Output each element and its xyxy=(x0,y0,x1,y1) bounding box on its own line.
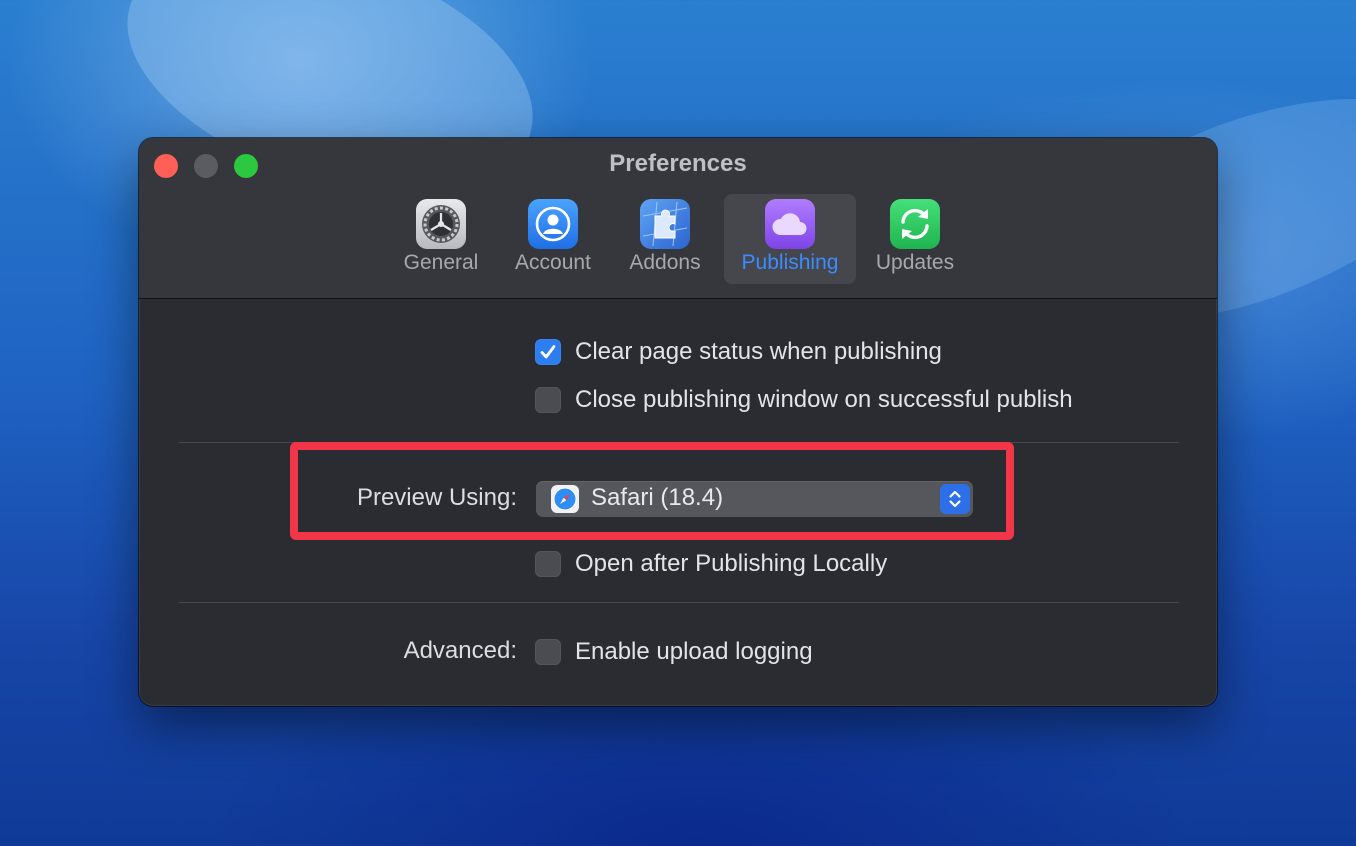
section-divider xyxy=(179,602,1179,603)
cloud-icon xyxy=(765,199,815,249)
preferences-tabs: General Account Addons Publishing Update… xyxy=(139,194,1217,284)
tab-addons[interactable]: Addons xyxy=(615,194,715,284)
preferences-window: Preferences General Account Addons Publi… xyxy=(139,138,1217,706)
enable-upload-logging-checkbox[interactable] xyxy=(535,639,561,665)
clear-page-status-option[interactable]: Clear page status when publishing xyxy=(535,338,942,366)
refresh-icon xyxy=(890,199,940,249)
close-publishing-window-checkbox[interactable] xyxy=(535,387,561,413)
tab-account[interactable]: Account xyxy=(503,194,603,284)
close-publishing-window-option[interactable]: Close publishing window on successful pu… xyxy=(535,386,1073,414)
tab-publishing-label: Publishing xyxy=(741,251,839,274)
clear-page-status-checkbox[interactable] xyxy=(535,339,561,365)
clear-page-status-label: Clear page status when publishing xyxy=(575,338,942,365)
window-title: Preferences xyxy=(609,150,747,177)
tab-addons-label: Addons xyxy=(629,251,701,274)
annotation-highlight-box xyxy=(290,442,1014,540)
enable-upload-logging-option[interactable]: Enable upload logging xyxy=(535,638,813,666)
person-icon xyxy=(528,199,578,249)
open-after-publishing-option[interactable]: Open after Publishing Locally xyxy=(535,550,887,578)
tab-updates[interactable]: Updates xyxy=(865,194,965,284)
tab-updates-label: Updates xyxy=(875,251,955,274)
window-toolbar: Preferences General Account Addons Publi… xyxy=(139,138,1217,299)
tab-publishing[interactable]: Publishing xyxy=(724,194,856,284)
advanced-label: Advanced: xyxy=(403,637,517,664)
open-after-publishing-label: Open after Publishing Locally xyxy=(575,550,888,577)
tab-general-label: General xyxy=(403,251,479,274)
tab-account-label: Account xyxy=(515,251,591,274)
gear-icon xyxy=(416,199,466,249)
checkmark-icon xyxy=(540,345,556,359)
tab-general[interactable]: General xyxy=(391,194,491,284)
close-publishing-window-label: Close publishing window on successful pu… xyxy=(575,386,1073,413)
open-after-publishing-checkbox[interactable] xyxy=(535,551,561,577)
enable-upload-logging-label: Enable upload logging xyxy=(575,638,813,665)
puzzle-icon xyxy=(640,199,690,249)
